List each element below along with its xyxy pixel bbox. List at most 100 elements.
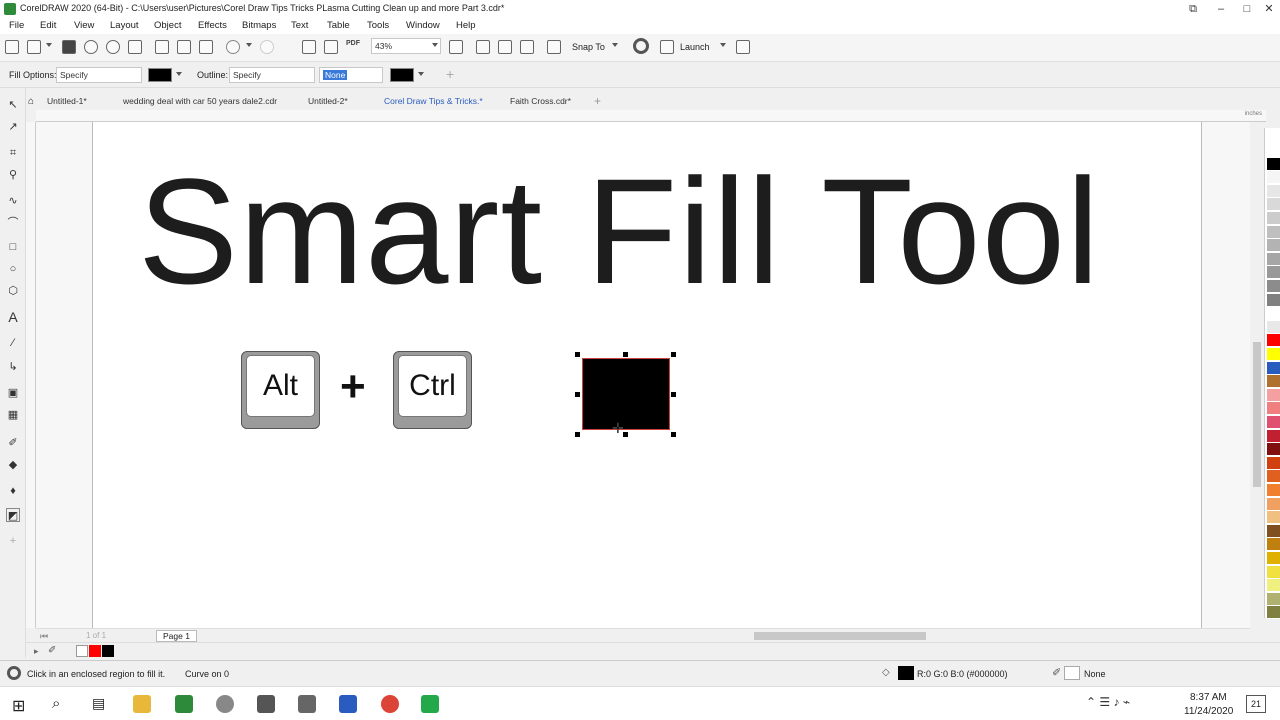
tab-untitled-1[interactable]: Untitled-1* — [47, 96, 87, 106]
palette-swatch[interactable] — [1267, 334, 1280, 348]
page-1-tab[interactable]: Page 1 — [156, 630, 197, 642]
selection-handle[interactable] — [671, 392, 676, 397]
red-swatch[interactable] — [89, 645, 101, 657]
smart-fill-tool-icon[interactable] — [736, 40, 750, 54]
selection-handle[interactable] — [671, 352, 676, 357]
status-fill-swatch[interactable] — [898, 666, 914, 680]
add-preset-icon[interactable]: + — [446, 66, 454, 82]
shape-tool-icon[interactable]: ↗ — [6, 120, 20, 134]
palette-swatch[interactable] — [1267, 184, 1280, 198]
eyedropper-tool-icon[interactable]: ✐ — [6, 436, 20, 450]
snap-to-label[interactable]: Snap To — [572, 42, 605, 52]
menu-help[interactable]: Help — [456, 20, 476, 31]
palette-swatch[interactable] — [1267, 320, 1280, 334]
palette-swatch[interactable] — [1267, 225, 1280, 239]
vertical-scroll-thumb[interactable] — [1253, 342, 1261, 487]
clock-time[interactable]: 8:37 AM — [1190, 692, 1227, 703]
menu-view[interactable]: View — [74, 20, 94, 31]
palette-swatch[interactable] — [1267, 524, 1280, 538]
palette-swatch[interactable] — [1267, 144, 1280, 157]
text-tool-icon[interactable]: A — [6, 310, 20, 324]
launch-icon[interactable] — [660, 40, 674, 54]
outline-color-swatch[interactable] — [390, 68, 414, 82]
open-folder-icon[interactable] — [27, 40, 41, 54]
interactive-fill-icon[interactable]: ◆ — [6, 458, 20, 472]
filled-black-rectangle[interactable] — [582, 358, 670, 430]
fill-color-dropdown-icon[interactable] — [176, 72, 182, 76]
smart-fill-icon[interactable]: ♦ — [6, 484, 20, 498]
launch-label[interactable]: Launch — [680, 42, 710, 52]
coreldraw-active-icon[interactable] — [421, 695, 439, 713]
vertical-scrollbar[interactable] — [1250, 122, 1264, 628]
selection-handle[interactable] — [671, 432, 676, 437]
launch-dropdown-icon[interactable] — [720, 43, 726, 47]
cut-icon[interactable] — [155, 40, 169, 54]
outline-color-dropdown-icon[interactable] — [418, 72, 424, 76]
palette-swatch[interactable] — [1267, 565, 1280, 579]
palette-swatch[interactable] — [1267, 416, 1280, 429]
palette-swatch[interactable] — [1267, 552, 1280, 565]
palette-swatch[interactable] — [1267, 388, 1280, 402]
pick-tool-icon[interactable]: ↖ — [6, 98, 20, 112]
zoom-tool-icon[interactable]: ⚲ — [6, 168, 20, 182]
snap-to-dropdown-icon[interactable] — [612, 43, 618, 47]
black-swatch[interactable] — [102, 645, 114, 657]
smart-fill-active-icon[interactable]: ◩ — [6, 508, 20, 522]
selection-handle[interactable] — [623, 352, 628, 357]
palette-swatch[interactable] — [1267, 606, 1280, 620]
app4-taskbar-icon[interactable] — [339, 695, 357, 713]
fill-color-swatch[interactable] — [148, 68, 172, 82]
menu-object[interactable]: Object — [154, 20, 181, 31]
export-icon[interactable] — [324, 40, 338, 54]
cloud-download-icon[interactable] — [106, 40, 120, 54]
show-rulers-icon[interactable] — [476, 40, 490, 54]
tab-wedding-deal[interactable]: wedding deal with car 50 years dale2.cdr — [123, 96, 277, 106]
menu-tools[interactable]: Tools — [367, 20, 389, 31]
menu-bitmaps[interactable]: Bitmaps — [242, 20, 276, 31]
zoom-dropdown-icon[interactable] — [432, 43, 438, 47]
publish-pdf-icon[interactable]: PDF — [346, 40, 360, 47]
save-icon[interactable] — [62, 40, 76, 54]
new-document-icon[interactable] — [5, 40, 19, 54]
status-outline-swatch[interactable] — [1064, 666, 1080, 680]
paste-icon[interactable] — [199, 40, 213, 54]
drop-shadow-icon[interactable]: ▣ — [6, 386, 20, 400]
menu-table[interactable]: Table — [327, 20, 350, 31]
expand-arrow-icon[interactable]: ▸ — [34, 646, 39, 657]
app3-taskbar-icon[interactable] — [298, 695, 316, 713]
horizontal-scroll-thumb[interactable] — [754, 632, 926, 640]
settings-gear-icon[interactable] — [7, 666, 21, 680]
first-page-icon[interactable]: ⏮ — [40, 631, 48, 642]
zoom-level-field[interactable]: 43% — [371, 38, 441, 54]
alt-key-graphic[interactable]: Alt — [241, 351, 320, 429]
tab-untitled-2[interactable]: Untitled-2* — [308, 96, 348, 106]
show-grid-icon[interactable] — [498, 40, 512, 54]
menu-window[interactable]: Window — [406, 20, 440, 31]
cloud-upload-icon[interactable] — [84, 40, 98, 54]
options-gear-icon[interactable] — [633, 38, 649, 54]
palette-swatch[interactable] — [1267, 497, 1280, 511]
copy-icon[interactable] — [177, 40, 191, 54]
windows-start-icon[interactable]: ⊞ — [12, 696, 25, 716]
freehand-tool-icon[interactable]: ∿ — [6, 194, 20, 208]
palette-swatch[interactable] — [1267, 348, 1280, 361]
palette-swatch[interactable] — [1267, 579, 1280, 593]
connector-tool-icon[interactable]: ↳ — [6, 360, 20, 374]
palette-swatch[interactable] — [1267, 157, 1280, 171]
coreldraw-taskbar-icon[interactable] — [175, 695, 193, 713]
import-icon[interactable] — [302, 40, 316, 54]
palette-swatch[interactable] — [1267, 293, 1280, 307]
palette-swatch[interactable] — [1267, 402, 1280, 416]
palette-swatch[interactable] — [1267, 171, 1280, 185]
palette-swatch[interactable] — [1267, 198, 1280, 212]
palette-swatch[interactable] — [1267, 484, 1280, 497]
palette-swatch[interactable] — [1267, 307, 1280, 321]
crop-tool-icon[interactable]: ⌗ — [6, 146, 20, 160]
add-tool-icon[interactable]: + — [6, 534, 20, 548]
palette-swatch[interactable] — [1267, 470, 1280, 484]
parallel-dimension-icon[interactable]: ∕ — [6, 336, 20, 350]
selection-handle[interactable] — [575, 392, 580, 397]
artistic-media-icon[interactable]: ⌒ — [6, 216, 20, 230]
palette-swatch[interactable] — [1267, 266, 1280, 280]
selection-handle[interactable] — [575, 352, 580, 357]
